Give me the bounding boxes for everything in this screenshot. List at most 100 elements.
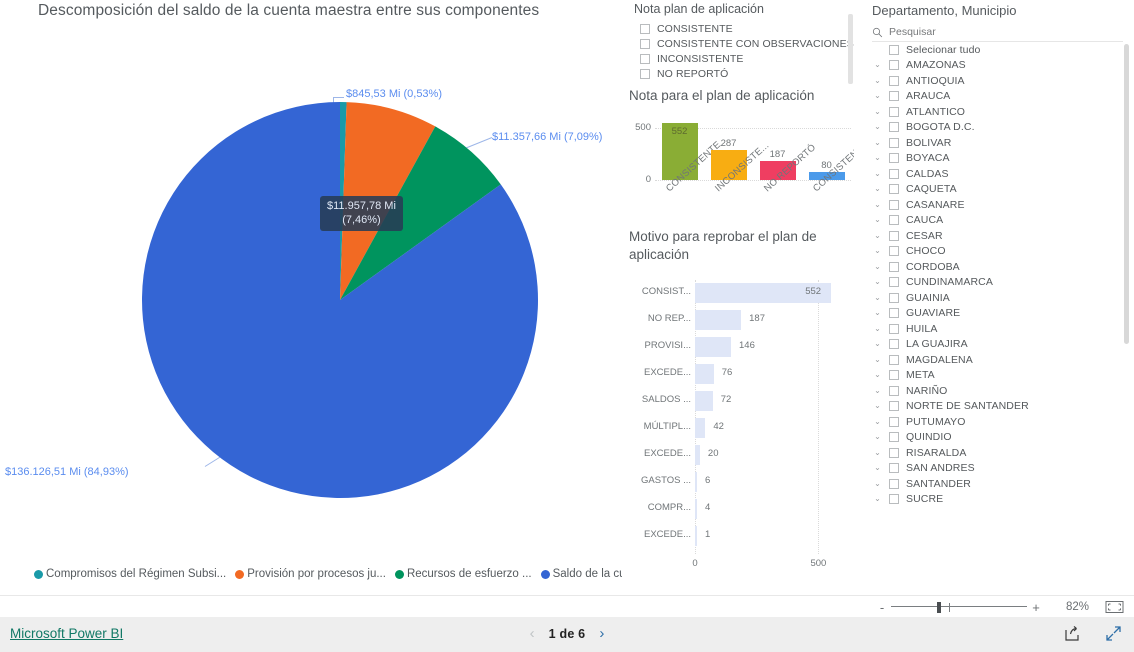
departamento-list-item[interactable]: ⌄ ANTIOQUIA <box>872 73 1124 89</box>
departamento-list-item[interactable]: ⌄ BOGOTA D.C. <box>872 120 1124 136</box>
chevron-down-icon[interactable]: ⌄ <box>872 278 883 286</box>
departamento-list-item[interactable]: ⌄ HUILA <box>872 321 1124 337</box>
chevron-down-icon[interactable]: ⌄ <box>872 371 883 379</box>
departamento-list-item[interactable]: ⌄ CUNDINAMARCA <box>872 275 1124 291</box>
pie-legend-item[interactable]: Compromisos del Régimen Subsi... <box>34 568 226 580</box>
checkbox-icon[interactable] <box>889 153 899 164</box>
bar[interactable] <box>695 472 697 492</box>
bar[interactable] <box>695 310 742 330</box>
checkbox-icon[interactable] <box>889 122 899 133</box>
zoom-out-button[interactable]: - <box>875 600 889 615</box>
table-row[interactable]: EXCEDE... 1 <box>627 523 854 550</box>
checkbox-icon[interactable] <box>889 106 899 117</box>
checkbox-icon[interactable] <box>889 199 899 210</box>
bar[interactable] <box>695 526 697 546</box>
checkbox-icon[interactable] <box>889 215 899 226</box>
checkbox-icon[interactable] <box>889 246 899 257</box>
nota-slicer-item[interactable]: CONSISTENTE <box>634 21 854 36</box>
checkbox-icon[interactable] <box>889 323 899 334</box>
chevron-down-icon[interactable]: ⌄ <box>872 107 883 116</box>
chevron-down-icon[interactable]: ⌄ <box>872 433 883 441</box>
table-row[interactable]: SALDOS ... 72 <box>627 388 854 415</box>
departamento-list-item[interactable]: ⌄ NARIÑO <box>872 383 1124 399</box>
departamento-list-item[interactable]: ⌄ META <box>872 368 1124 384</box>
departamento-list-item[interactable]: ⌄ GUAVIARE <box>872 306 1124 322</box>
bar[interactable] <box>695 418 706 438</box>
chevron-down-icon[interactable]: ⌄ <box>872 495 883 503</box>
nota-plan-slicer[interactable]: Nota plan de aplicación CONSISTENTE CONSI… <box>634 2 854 81</box>
departamento-list-item[interactable]: ⌄ BOYACA <box>872 151 1124 167</box>
pie-chart-visual[interactable]: Descomposición del saldo de la cuenta ma… <box>0 0 657 594</box>
bar[interactable] <box>695 364 714 384</box>
bar[interactable] <box>695 337 732 357</box>
nota-plan-slicer-scrollbar[interactable] <box>848 14 853 84</box>
chevron-down-icon[interactable]: ⌄ <box>872 231 883 240</box>
departamento-list-item[interactable]: ⌄ GUAINIA <box>872 290 1124 306</box>
pie-legend[interactable]: Compromisos del Régimen Subsi... Provisió… <box>34 568 666 580</box>
chevron-down-icon[interactable]: ⌄ <box>872 309 883 317</box>
zoom-in-button[interactable]: + <box>1029 600 1043 615</box>
pie-legend-item[interactable]: Recursos de esfuerzo ... <box>394 568 532 580</box>
checkbox-icon[interactable] <box>889 354 899 365</box>
chevron-down-icon[interactable]: ⌄ <box>872 464 883 472</box>
motivo-bar-chart-plot[interactable]: 0 500 CONSIST... 552 NO REP... 187 PROVISI... 1… <box>627 280 854 570</box>
departamento-list-item[interactable]: ⌄ CAQUETA <box>872 182 1124 198</box>
zoom-slider[interactable] <box>891 600 1027 614</box>
checkbox-icon[interactable] <box>889 230 899 241</box>
bar[interactable] <box>695 445 700 465</box>
chevron-down-icon[interactable]: ⌄ <box>872 448 883 457</box>
chevron-down-icon[interactable]: ⌄ <box>872 169 883 178</box>
chevron-down-icon[interactable]: ⌄ <box>872 247 883 255</box>
share-icon[interactable] <box>1064 625 1081 642</box>
chevron-down-icon[interactable]: ⌄ <box>872 479 883 488</box>
departamento-list-item[interactable]: ⌄ SANTANDER <box>872 476 1124 492</box>
checkbox-icon[interactable] <box>889 463 899 474</box>
nota-slicer-item[interactable]: CONSISTENTE CON OBSERVACIONES <box>634 36 854 51</box>
table-row[interactable]: MÚLTIPL... 42 <box>627 415 854 442</box>
departamento-list-item[interactable]: ⌄ BOLIVAR <box>872 135 1124 151</box>
checkbox-icon[interactable] <box>640 23 650 34</box>
checkbox-icon[interactable] <box>889 60 899 71</box>
departamento-list-item[interactable]: ⌄ ARAUCA <box>872 89 1124 105</box>
checkbox-icon[interactable] <box>640 53 650 64</box>
departamento-list-item[interactable]: ⌄ CAUCA <box>872 213 1124 229</box>
departamento-list-item[interactable]: ⌄ MAGDALENA <box>872 352 1124 368</box>
departamento-list-item[interactable]: ⌄ CALDAS <box>872 166 1124 182</box>
pie-legend-item[interactable]: Provisión por procesos ju... <box>235 568 386 580</box>
checkbox-icon[interactable] <box>889 277 899 288</box>
departamento-list-item[interactable]: ⌄ CASANARE <box>872 197 1124 213</box>
checkbox-icon[interactable] <box>889 308 899 319</box>
chevron-down-icon[interactable]: ⌄ <box>872 76 883 85</box>
checkbox-icon[interactable] <box>889 168 899 179</box>
table-row[interactable]: PROVISI... 146 <box>627 334 854 361</box>
chevron-down-icon[interactable]: ⌄ <box>872 123 883 131</box>
chevron-down-icon[interactable]: ⌄ <box>872 185 883 193</box>
nota-slicer-item[interactable]: INCONSISTENTE <box>634 51 854 66</box>
departamento-list-item[interactable]: ⌄ SUCRE <box>872 492 1124 508</box>
fit-to-page-icon[interactable] <box>1105 600 1124 614</box>
chevron-down-icon[interactable]: ⌄ <box>872 355 883 364</box>
checkbox-icon[interactable] <box>889 401 899 412</box>
nota-slicer-item[interactable]: NO REPORTÓ <box>634 66 854 81</box>
chevron-down-icon[interactable]: ⌄ <box>872 386 883 395</box>
bar[interactable] <box>695 499 697 519</box>
departamento-list-item[interactable]: ⌄ CHOCO <box>872 244 1124 260</box>
chevron-down-icon[interactable]: ⌄ <box>872 417 883 426</box>
nota-bar-chart-visual[interactable]: Nota para el plan de aplicación 0 500 552 C… <box>627 88 870 228</box>
powerbi-brand-link[interactable]: Microsoft Power BI <box>10 626 123 641</box>
departamento-list-item[interactable]: ⌄ ATLANTICO <box>872 104 1124 120</box>
table-row[interactable]: EXCEDE... 20 <box>627 442 854 469</box>
chevron-down-icon[interactable]: ⌄ <box>872 293 883 302</box>
table-row[interactable]: COMPR... 4 <box>627 496 854 523</box>
table-row[interactable]: CONSIST... 552 <box>627 280 854 307</box>
checkbox-icon[interactable] <box>889 370 899 381</box>
checkbox-icon[interactable] <box>889 75 899 86</box>
chevron-down-icon[interactable]: ⌄ <box>872 340 883 348</box>
checkbox-icon[interactable] <box>889 494 899 505</box>
chevron-down-icon[interactable]: ⌄ <box>872 216 883 224</box>
chevron-down-icon[interactable]: ⌄ <box>872 61 883 69</box>
chevron-down-icon[interactable]: ⌄ <box>872 324 883 333</box>
checkbox-icon[interactable] <box>640 38 650 49</box>
checkbox-icon[interactable] <box>889 137 899 148</box>
pie-chart-svg[interactable] <box>140 100 540 500</box>
